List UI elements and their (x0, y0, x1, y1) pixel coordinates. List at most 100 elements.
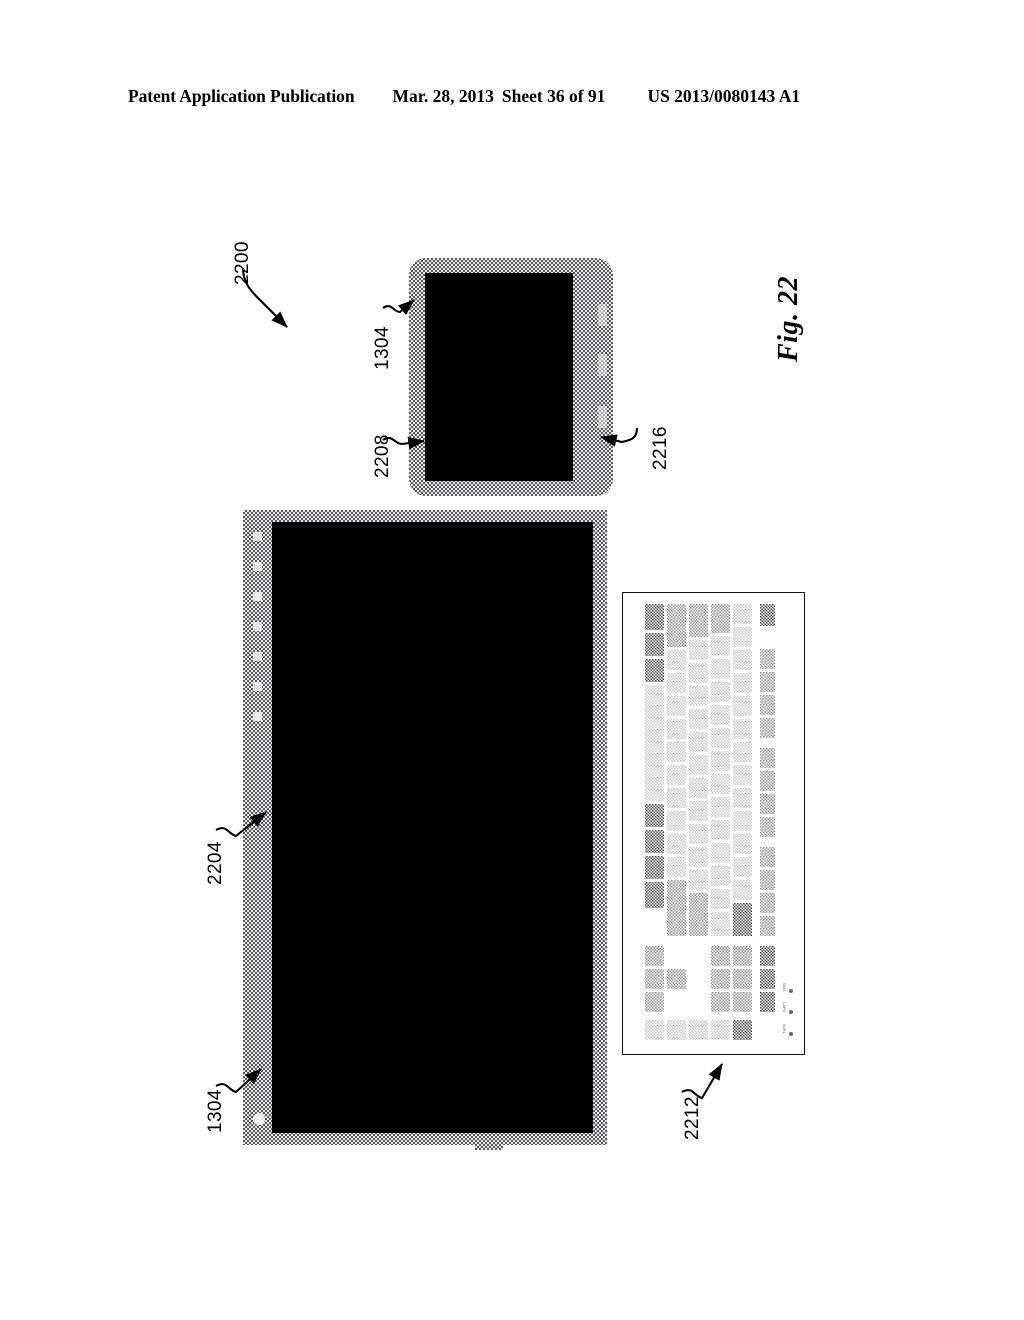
key-scroll-lock[interactable] (760, 969, 775, 989)
key-backtick[interactable] (733, 604, 752, 624)
key-k[interactable] (689, 801, 708, 821)
key-shift-left[interactable] (667, 604, 686, 647)
key-6[interactable] (733, 742, 752, 762)
key-9[interactable] (733, 811, 752, 831)
key-menu-icon[interactable] (645, 856, 664, 879)
key-equals[interactable] (733, 880, 752, 900)
key-s[interactable] (689, 663, 708, 683)
key-m[interactable] (667, 788, 686, 808)
key-home[interactable] (733, 969, 752, 989)
key-2[interactable] (733, 650, 752, 670)
key-semicolon[interactable] (689, 847, 708, 867)
key-d[interactable] (689, 686, 708, 706)
key-caps-lock[interactable] (689, 604, 708, 637)
key-num-lock[interactable] (733, 1020, 752, 1040)
key-o[interactable] (711, 820, 730, 840)
key-f6[interactable] (760, 771, 775, 791)
key-slash[interactable] (667, 857, 686, 877)
key-f3[interactable] (760, 695, 775, 715)
key-insert[interactable] (733, 946, 752, 966)
key-enter[interactable] (689, 893, 708, 936)
monitor-control-button-5[interactable] (253, 652, 262, 661)
key-n[interactable] (667, 765, 686, 785)
key-arrow-right-icon[interactable] (645, 992, 664, 1012)
key-v[interactable] (667, 719, 686, 739)
monitor-control-button-4[interactable] (253, 622, 262, 631)
key-q[interactable] (711, 636, 730, 656)
tablet-side-button-2[interactable] (598, 354, 607, 376)
key-i[interactable] (711, 797, 730, 817)
key-bracket-left[interactable] (711, 866, 730, 886)
key-ctrl-left[interactable] (645, 604, 664, 630)
key-p[interactable] (711, 843, 730, 863)
key-numpad-multiply[interactable] (689, 1020, 708, 1040)
key-tab[interactable] (711, 604, 730, 633)
key-esc[interactable] (760, 604, 775, 626)
key-backslash[interactable] (711, 912, 730, 936)
key-w[interactable] (711, 659, 730, 679)
key-1[interactable] (733, 627, 752, 647)
key-alt-right[interactable] (645, 804, 664, 827)
key-f[interactable] (689, 709, 708, 729)
key-l[interactable] (689, 824, 708, 844)
key-pause[interactable] (760, 992, 775, 1012)
key-end[interactable] (711, 969, 730, 989)
key-z[interactable] (667, 650, 686, 670)
key-f7[interactable] (760, 794, 775, 814)
key-bracket-right[interactable] (711, 889, 730, 909)
key-b[interactable] (667, 742, 686, 762)
monitor-control-button-2[interactable] (253, 562, 262, 571)
key-apostrophe[interactable] (689, 870, 708, 890)
key-numpad-add[interactable] (645, 1020, 664, 1040)
key-f12[interactable] (760, 916, 775, 936)
key-arrow-up-icon[interactable] (667, 969, 686, 989)
key-comma[interactable] (667, 811, 686, 831)
key-a[interactable] (689, 640, 708, 660)
monitor-control-button-3[interactable] (253, 592, 262, 601)
key-f1[interactable] (760, 649, 775, 669)
key-numpad-subtract[interactable] (667, 1020, 686, 1040)
key-8[interactable] (733, 788, 752, 808)
key-numpad-divide[interactable] (711, 1020, 730, 1040)
key-f2[interactable] (760, 672, 775, 692)
key-g[interactable] (689, 732, 708, 752)
key-y[interactable] (711, 751, 730, 771)
key-f11[interactable] (760, 893, 775, 913)
key-3[interactable] (733, 673, 752, 693)
key-0[interactable] (733, 834, 752, 854)
monitor-control-button-6[interactable] (253, 682, 262, 691)
key-f4[interactable] (760, 718, 775, 738)
key-arrow-left-icon[interactable] (645, 946, 664, 966)
key-5[interactable] (733, 719, 752, 739)
key-alt-left[interactable] (645, 659, 664, 682)
key-r[interactable] (711, 705, 730, 725)
key-fn[interactable] (645, 830, 664, 853)
key-shift-right[interactable] (667, 880, 686, 936)
key-f9[interactable] (760, 847, 775, 867)
tablet-side-button-3[interactable] (598, 406, 607, 428)
key-minus[interactable] (733, 857, 752, 877)
key-e[interactable] (711, 682, 730, 702)
key-period[interactable] (667, 834, 686, 854)
key-t[interactable] (711, 728, 730, 748)
key-f10[interactable] (760, 870, 775, 890)
key-page-up[interactable] (733, 992, 752, 1012)
key-c[interactable] (667, 696, 686, 716)
monitor-control-button-7[interactable] (253, 712, 262, 721)
monitor-control-button-1[interactable] (253, 532, 262, 541)
key-ctrl-right[interactable] (645, 882, 664, 908)
key-j[interactable] (689, 778, 708, 798)
key-f8[interactable] (760, 817, 775, 837)
key-f5[interactable] (760, 748, 775, 768)
key-arrow-down-icon[interactable] (645, 969, 664, 989)
key-4[interactable] (733, 696, 752, 716)
key-backspace[interactable] (733, 903, 752, 936)
key-7[interactable] (733, 765, 752, 785)
key-space[interactable] (645, 685, 664, 801)
key-windows-icon[interactable] (645, 633, 664, 656)
tablet-side-button-1[interactable] (598, 304, 607, 326)
key-u[interactable] (711, 774, 730, 794)
key-h[interactable] (689, 755, 708, 775)
key-delete[interactable] (711, 946, 730, 966)
key-print-screen[interactable] (760, 946, 775, 966)
